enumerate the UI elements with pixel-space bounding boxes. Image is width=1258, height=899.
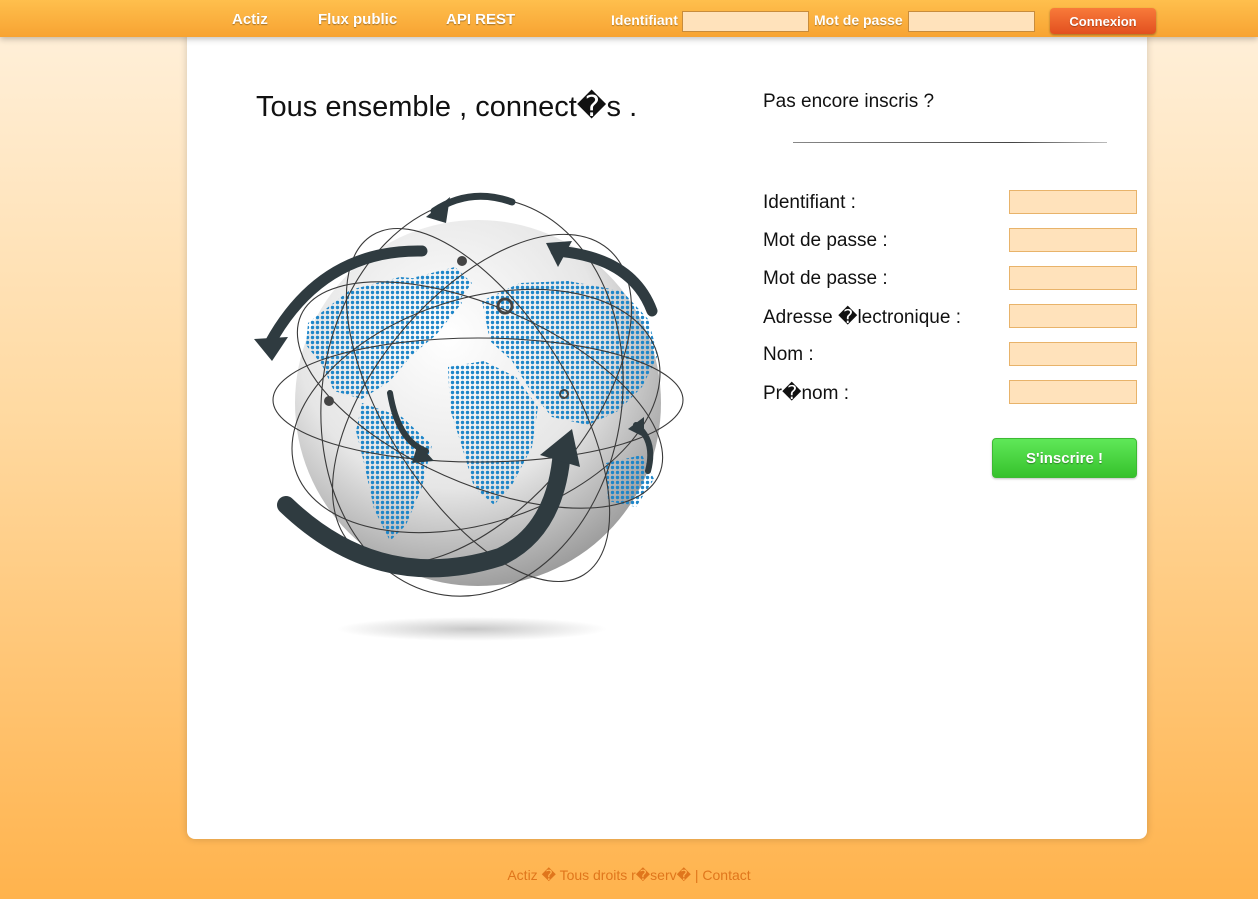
signup-username-input[interactable] [1009, 190, 1137, 214]
footer-copyright: Actiz � Tous droits r�serv� [507, 867, 691, 883]
divider [793, 142, 1107, 143]
footer-separator: | [694, 867, 699, 883]
footer-contact-link[interactable]: Contact [702, 867, 750, 883]
hero-title: Tous ensemble , connect�s . [256, 91, 638, 123]
signup-username-label: Identifiant : [763, 192, 856, 213]
login-password-input[interactable] [908, 11, 1035, 32]
login-username-label: Identifiant [611, 12, 678, 28]
login-password-label: Mot de passe [814, 12, 903, 28]
signup-title: Pas encore inscris ? [763, 91, 935, 112]
login-username-input[interactable] [682, 11, 809, 32]
signup-lastname-input[interactable] [1009, 342, 1137, 366]
signup-email-input[interactable] [1009, 304, 1137, 328]
signup-password-label: Mot de passe : [763, 230, 888, 251]
globe-illustration [250, 185, 690, 655]
nav-link-flux-public[interactable]: Flux public [318, 11, 397, 28]
top-navigation-bar: Actiz Flux public API REST Identifiant M… [0, 0, 1258, 37]
signup-password-input[interactable] [1009, 228, 1137, 252]
signup-button[interactable]: S'inscrire ! [992, 438, 1137, 478]
signup-firstname-input[interactable] [1009, 380, 1137, 404]
login-button[interactable]: Connexion [1050, 8, 1156, 34]
nav-link-api-rest[interactable]: API REST [446, 11, 515, 28]
footer: Actiz � Tous droits r�serv� | Contact [0, 867, 1258, 884]
signup-password-confirm-input[interactable] [1009, 266, 1137, 290]
signup-password-confirm-label: Mot de passe : [763, 268, 888, 289]
signup-lastname-label: Nom : [763, 344, 814, 365]
signup-firstname-label: Pr�nom : [763, 383, 850, 404]
nav-link-actiz[interactable]: Actiz [232, 11, 268, 28]
signup-email-label: Adresse �lectronique : [763, 307, 961, 328]
